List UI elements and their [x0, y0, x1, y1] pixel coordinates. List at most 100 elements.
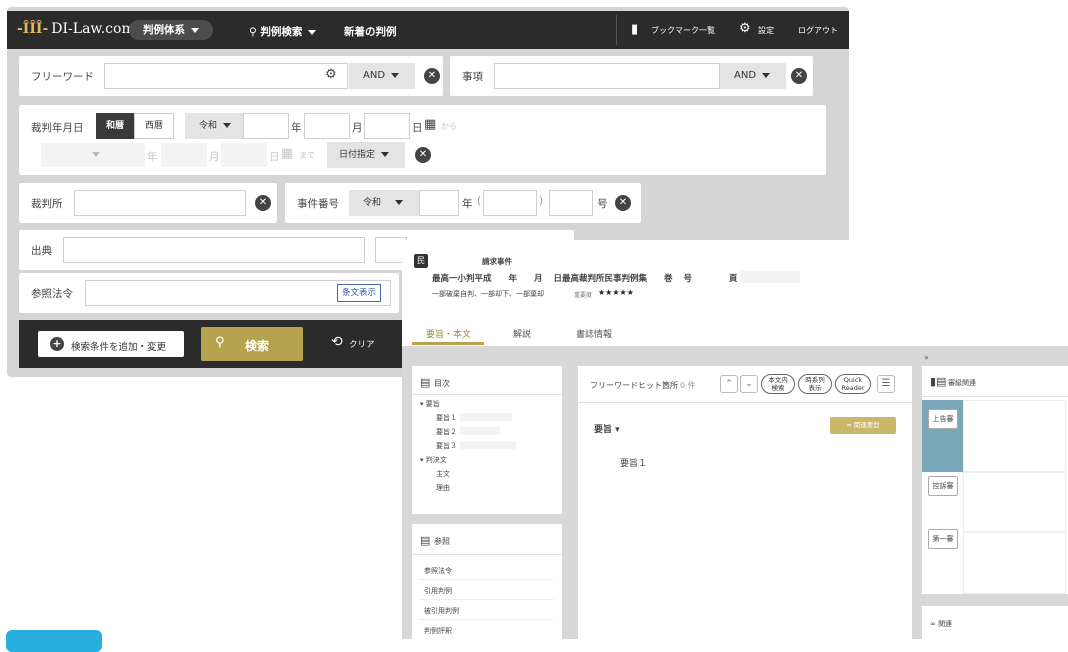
link-icon: ∞: [930, 620, 939, 628]
clear-court-icon[interactable]: ✕: [255, 195, 271, 211]
divider: [420, 599, 554, 600]
toc-item-summary-2[interactable]: 要旨２: [436, 427, 457, 437]
matter-input[interactable]: [494, 63, 720, 89]
toc-item-summary-1[interactable]: 要旨１: [436, 413, 457, 423]
floating-help-button[interactable]: [6, 630, 102, 652]
chevron-down-icon[interactable]: ⌄: [740, 375, 758, 393]
fulltext-button[interactable]: 条文表示: [337, 284, 382, 302]
gear-icon[interactable]: ⚙: [325, 67, 337, 82]
refs-item-laws[interactable]: 参照法令: [424, 566, 452, 576]
plus-icon: +: [50, 337, 64, 351]
refs-title: 参照: [434, 537, 450, 546]
clear-matter-icon[interactable]: ✕: [791, 68, 807, 84]
to-year-unit: 年: [147, 151, 158, 163]
case-number-input[interactable]: [549, 190, 593, 216]
tab-wareki[interactable]: 和暦: [96, 113, 134, 139]
from-month-input[interactable]: [304, 113, 350, 139]
civil-case-badge: 民: [414, 254, 428, 268]
menu-new-cases[interactable]: 新着の判例: [344, 24, 397, 39]
level-content: [963, 532, 1066, 594]
search-in-text-button[interactable]: 本文内 検索: [761, 374, 795, 394]
related-summary-label: 関連要旨: [853, 421, 880, 429]
active-tab-indicator: [412, 342, 484, 345]
divider: [412, 394, 562, 395]
case-era-select[interactable]: 令和: [349, 190, 419, 216]
toc-panel: ▤ 目次 ▾ 要旨 要旨１ 要旨２ 要旨３ ▾ 判決文 主文 理由: [412, 366, 562, 514]
btn-line1: 時系列: [805, 376, 825, 384]
tab-commentary[interactable]: 解説: [513, 327, 531, 340]
menu-case-system[interactable]: 判例体系: [129, 20, 213, 40]
refs-item-cited-by[interactable]: 被引用判例: [424, 606, 459, 616]
tab-bibliography[interactable]: 書誌情報: [576, 327, 612, 340]
clear-button[interactable]: クリア: [349, 338, 375, 350]
to-day-unit: 日: [269, 151, 280, 163]
quick-reader-button[interactable]: Quick Reader: [835, 374, 871, 394]
toc-item-summary-3[interactable]: 要旨３: [436, 441, 457, 451]
citation-number-unit: 号: [683, 274, 692, 284]
era-value: 令和: [199, 121, 218, 131]
importance-stars: ★★★★★: [598, 288, 634, 297]
hit-count: 0 件: [680, 381, 696, 390]
date-mode-select[interactable]: 日付指定: [327, 142, 405, 168]
to-era-select-disabled: [41, 143, 145, 167]
summary-heading[interactable]: 要旨 ▾: [594, 422, 620, 435]
case-mark-input[interactable]: [483, 190, 537, 216]
matter-operator-select[interactable]: AND: [720, 63, 786, 89]
era-select[interactable]: 令和: [185, 113, 243, 139]
logout-link[interactable]: ログアウト: [798, 25, 838, 36]
toc-item-main-text[interactable]: 主文: [436, 469, 450, 479]
tab-summary-text[interactable]: 要旨・本文: [426, 327, 471, 340]
refs-item-commentary[interactable]: 判例評釈: [424, 626, 452, 636]
add-condition-button[interactable]: + 検索条件を追加・変更: [38, 331, 184, 357]
timeline-button[interactable]: 時系列 表示: [798, 374, 832, 394]
clear-freeword-icon[interactable]: ✕: [424, 68, 440, 84]
chevron-down-icon: [223, 123, 232, 128]
from-day-input[interactable]: [364, 113, 410, 139]
toc-item-label: 要旨: [425, 400, 440, 408]
settings-link[interactable]: 設定: [758, 25, 774, 36]
chevron-down-icon: [92, 152, 100, 157]
toc-item-judgment[interactable]: ▾ 判決文: [420, 455, 447, 465]
case-number-label: 事件番号: [297, 198, 339, 210]
court-input[interactable]: [74, 190, 246, 216]
importance-label: 重要度: [574, 292, 593, 299]
citation-reporter: 最高裁判所民事判例集: [561, 274, 647, 284]
citation-page-unit: 頁: [728, 274, 738, 284]
list-icon: ▤: [420, 534, 431, 547]
day-unit: 日: [412, 122, 423, 134]
btn-line2: 表示: [808, 384, 822, 392]
freeword-input[interactable]: [104, 63, 348, 89]
chevron-down-icon: [191, 27, 199, 33]
link-icon: ∞: [846, 421, 854, 429]
bookmark-list-link[interactable]: ブックマーク一覧: [651, 25, 715, 36]
placeholder-bar: [460, 413, 512, 421]
related-summary-button[interactable]: ∞ 関連要旨: [830, 417, 896, 434]
btn-line2: Reader: [841, 384, 865, 392]
first-instance-button[interactable]: 第一審: [928, 529, 958, 549]
appeal-button[interactable]: 控訴審: [928, 476, 958, 496]
refs-item-cited[interactable]: 引用判例: [424, 586, 452, 596]
search-button[interactable]: ⚲ 検索: [201, 327, 303, 361]
chevron-down-icon: [391, 72, 400, 78]
chevron-up-icon[interactable]: ⌃: [720, 375, 738, 393]
menu-case-search[interactable]: ⚲ 判例検索: [249, 24, 317, 39]
btn-line1: Quick: [843, 376, 863, 384]
freeword-operator-select[interactable]: AND: [349, 63, 415, 89]
site-logo[interactable]: -ÎÎÎ- DI-Law.com: [17, 21, 135, 37]
from-year-input[interactable]: [243, 113, 289, 139]
tab-seireki[interactable]: 西暦: [134, 113, 174, 139]
month-unit: 月: [352, 122, 363, 134]
supreme-appeal-button[interactable]: 上告審: [928, 409, 958, 429]
clear-date-icon[interactable]: ✕: [415, 147, 431, 163]
court-building-icon: -ÎÎÎ-: [17, 21, 49, 37]
toc-item-reasons[interactable]: 理由: [436, 483, 450, 493]
source-input[interactable]: [63, 237, 365, 263]
toc-item-summary[interactable]: ▾ 要旨: [420, 399, 440, 409]
filter-icon[interactable]: ☰: [877, 375, 895, 393]
search-icon: ⚲: [249, 26, 261, 38]
number-unit: 号: [597, 198, 608, 210]
case-year-input[interactable]: [419, 190, 459, 216]
collapse-panel-icon[interactable]: »: [924, 353, 929, 362]
clear-case-number-icon[interactable]: ✕: [615, 195, 631, 211]
calendar-icon[interactable]: ▦: [424, 117, 436, 132]
